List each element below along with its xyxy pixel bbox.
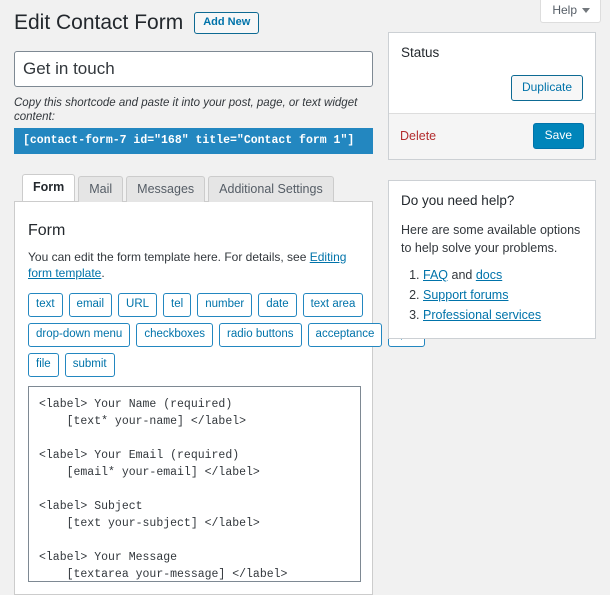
list-item: FAQ and docs bbox=[423, 266, 583, 285]
list-item: Professional services bbox=[423, 306, 583, 325]
tag-button-file[interactable]: file bbox=[28, 353, 59, 377]
help-box: Do you need help? Here are some availabl… bbox=[388, 180, 596, 339]
professional-services-link[interactable]: Professional services bbox=[423, 308, 541, 322]
help-tab-button[interactable]: Help bbox=[540, 0, 601, 23]
tag-row-2: drop-down menu checkboxes radio buttons … bbox=[28, 323, 426, 347]
tag-button-tel[interactable]: tel bbox=[163, 293, 192, 317]
form-panel-description-period: . bbox=[101, 266, 105, 280]
status-box-title: Status bbox=[401, 45, 440, 60]
tag-button-acceptance[interactable]: acceptance bbox=[307, 323, 383, 347]
list-item: Support forums bbox=[423, 286, 583, 305]
shortcode-hint: Copy this shortcode and paste it into yo… bbox=[14, 97, 358, 123]
form-panel: Form You can edit the form template here… bbox=[14, 201, 426, 595]
chevron-down-icon bbox=[582, 7, 590, 13]
tag-button-checkboxes[interactable]: checkboxes bbox=[136, 323, 214, 347]
wp-admin-edit-contact-form-screen: Help Edit Contact Form Add New Copy this… bbox=[0, 0, 610, 595]
form-tag-buttons: text email URL tel number date text area… bbox=[28, 293, 426, 377]
status-box-footer: Delete Save bbox=[389, 113, 595, 159]
help-box-list: FAQ and docs Support forums Professional… bbox=[401, 266, 583, 325]
faq-link[interactable]: FAQ bbox=[423, 268, 448, 282]
form-template-textarea[interactable] bbox=[28, 386, 361, 582]
tag-button-text-area[interactable]: text area bbox=[302, 293, 364, 317]
tab-additional-settings[interactable]: Additional Settings bbox=[208, 176, 334, 202]
tag-button-submit[interactable]: submit bbox=[64, 353, 115, 377]
shortcode-field[interactable] bbox=[14, 128, 373, 154]
tag-row-1: text email URL tel number date text area bbox=[28, 293, 364, 317]
tag-button-date[interactable]: date bbox=[258, 293, 297, 317]
tag-button-drop-down-menu[interactable]: drop-down menu bbox=[28, 323, 131, 347]
page-title-row: Edit Contact Form Add New bbox=[14, 8, 373, 38]
tag-button-email[interactable]: email bbox=[68, 293, 113, 317]
status-box-body: Status Duplicate bbox=[389, 33, 595, 113]
form-panel-description-text: You can edit the form template here. For… bbox=[28, 250, 310, 264]
docs-link[interactable]: docs bbox=[476, 268, 502, 282]
help-box-body: Do you need help? Here are some availabl… bbox=[389, 181, 595, 338]
form-title-input[interactable] bbox=[14, 51, 373, 87]
save-button[interactable]: Save bbox=[532, 123, 584, 149]
help-box-text: Here are some available options to help … bbox=[401, 223, 581, 255]
sidebar-column: Status Duplicate Delete Save Do you need… bbox=[388, 32, 596, 359]
tab-messages[interactable]: Messages bbox=[126, 176, 206, 202]
form-panel-description: You can edit the form template here. For… bbox=[28, 249, 359, 281]
add-new-button[interactable]: Add New bbox=[194, 12, 260, 34]
tab-mail[interactable]: Mail bbox=[78, 176, 124, 202]
help-item-connector: and bbox=[448, 268, 476, 282]
main-column: Edit Contact Form Add New Copy this shor… bbox=[14, 8, 426, 595]
help-box-title: Do you need help? bbox=[401, 193, 515, 208]
tag-row-3: file submit bbox=[28, 353, 359, 377]
duplicate-button[interactable]: Duplicate bbox=[510, 75, 583, 101]
status-box: Status Duplicate Delete Save bbox=[388, 32, 596, 160]
form-panel-heading: Form bbox=[28, 222, 66, 239]
tab-form[interactable]: Form bbox=[22, 174, 76, 201]
tag-button-text[interactable]: text bbox=[28, 293, 63, 317]
help-tab-label: Help bbox=[552, 3, 577, 17]
support-forums-link[interactable]: Support forums bbox=[423, 288, 508, 302]
tag-button-radio-buttons[interactable]: radio buttons bbox=[219, 323, 302, 347]
duplicate-row: Duplicate bbox=[401, 75, 583, 101]
form-tabs: Form Mail Messages Additional Settings bbox=[14, 174, 373, 202]
delete-link[interactable]: Delete bbox=[400, 129, 436, 143]
tag-button-number[interactable]: number bbox=[197, 293, 253, 317]
tag-button-url[interactable]: URL bbox=[118, 293, 158, 317]
page-title: Edit Contact Form bbox=[14, 11, 184, 34]
